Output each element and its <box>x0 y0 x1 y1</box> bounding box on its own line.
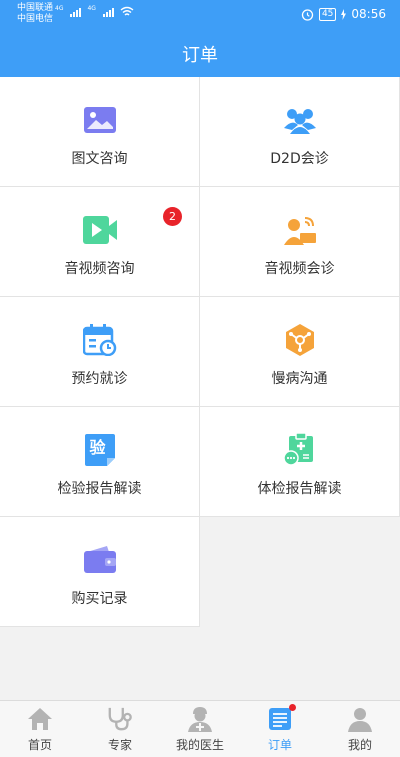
alarm-icon <box>301 8 314 21</box>
menu-item-chronic-disease[interactable]: 慢病沟通 <box>200 297 400 407</box>
carrier-1: 中国联通 <box>17 3 54 13</box>
user-icon <box>347 706 373 732</box>
wallet-icon <box>83 543 117 577</box>
menu-item-label: 音视频会诊 <box>264 261 335 277</box>
menu-item-purchase-history[interactable]: 购买记录 <box>0 517 200 627</box>
status-right: 45 08:56 <box>301 7 386 21</box>
tab-mine[interactable]: 我的 <box>320 701 400 757</box>
doctor-broadcast-icon <box>283 213 317 247</box>
tab-label: 我的医生 <box>175 738 224 752</box>
tab-my-doctor[interactable]: 我的医生 <box>160 701 240 757</box>
tab-experts[interactable]: 专家 <box>80 701 160 757</box>
group-icon <box>283 103 317 137</box>
menu-item-video-consult[interactable]: 音视频咨询 2 <box>0 187 200 297</box>
menu-item-label: 体检报告解读 <box>257 481 342 497</box>
tab-home[interactable]: 首页 <box>0 701 80 757</box>
lab-report-icon-text: 验 <box>89 438 106 457</box>
menu-item-label: 购买记录 <box>71 591 128 607</box>
clock: 08:56 <box>351 7 386 21</box>
menu-item-label: 音视频咨询 <box>64 261 135 277</box>
calendar-icon <box>82 323 117 357</box>
tab-label: 首页 <box>27 738 52 752</box>
tab-label: 我的 <box>347 738 372 752</box>
network-type-2: 4G <box>87 5 96 12</box>
doctor-icon <box>187 706 213 732</box>
tab-label: 订单 <box>267 738 292 752</box>
chronic-disease-icon <box>283 323 317 357</box>
carrier-2: 中国电信 <box>17 14 54 24</box>
menu-item-label: D2D会诊 <box>270 151 329 167</box>
lab-report-icon: 验 <box>83 433 117 467</box>
menu-item-label: 图文咨询 <box>71 151 128 167</box>
title-bar: 订单 <box>0 30 400 77</box>
image-icon <box>83 103 117 137</box>
home-icon <box>27 706 53 732</box>
stethoscope-icon <box>107 706 133 732</box>
bottom-tab-bar: 首页 专家 我的医生 订单 我的 <box>0 700 400 757</box>
page-title: 订单 <box>182 44 218 66</box>
video-icon <box>82 213 117 247</box>
tab-orders[interactable]: 订单 <box>240 701 320 757</box>
menu-item-label: 预约就诊 <box>71 371 128 387</box>
network-type-1: 4G <box>55 5 64 12</box>
wifi-icon <box>120 6 134 16</box>
medical-checkup-icon <box>282 433 317 467</box>
tab-label: 专家 <box>107 738 132 752</box>
menu-item-label: 检验报告解读 <box>57 481 142 497</box>
menu-item-video-group-consult[interactable]: 音视频会诊 <box>200 187 400 297</box>
signal-icon <box>70 7 82 17</box>
status-bar: 中国联通 中国电信 4G 4G 45 08:56 <box>0 0 400 30</box>
battery-icon: 45 <box>318 7 337 21</box>
signal-icon <box>102 7 114 17</box>
signal-group: 4G 4G <box>55 6 134 17</box>
menu-item-d2d-consult[interactable]: D2D会诊 <box>200 77 400 187</box>
menu-item-lab-report[interactable]: 验 检验报告解读 <box>0 407 200 517</box>
unread-badge: 2 <box>163 207 182 226</box>
charging-icon <box>341 8 347 20</box>
menu-item-label: 慢病沟通 <box>271 371 328 387</box>
menu-item-checkup-report[interactable]: 体检报告解读 <box>200 407 400 517</box>
menu-item-image-text-consult[interactable]: 图文咨询 <box>0 77 200 187</box>
menu-item-appointment[interactable]: 预约就诊 <box>0 297 200 407</box>
carrier-names: 中国联通 中国电信 <box>17 3 53 25</box>
notification-dot <box>289 704 296 711</box>
